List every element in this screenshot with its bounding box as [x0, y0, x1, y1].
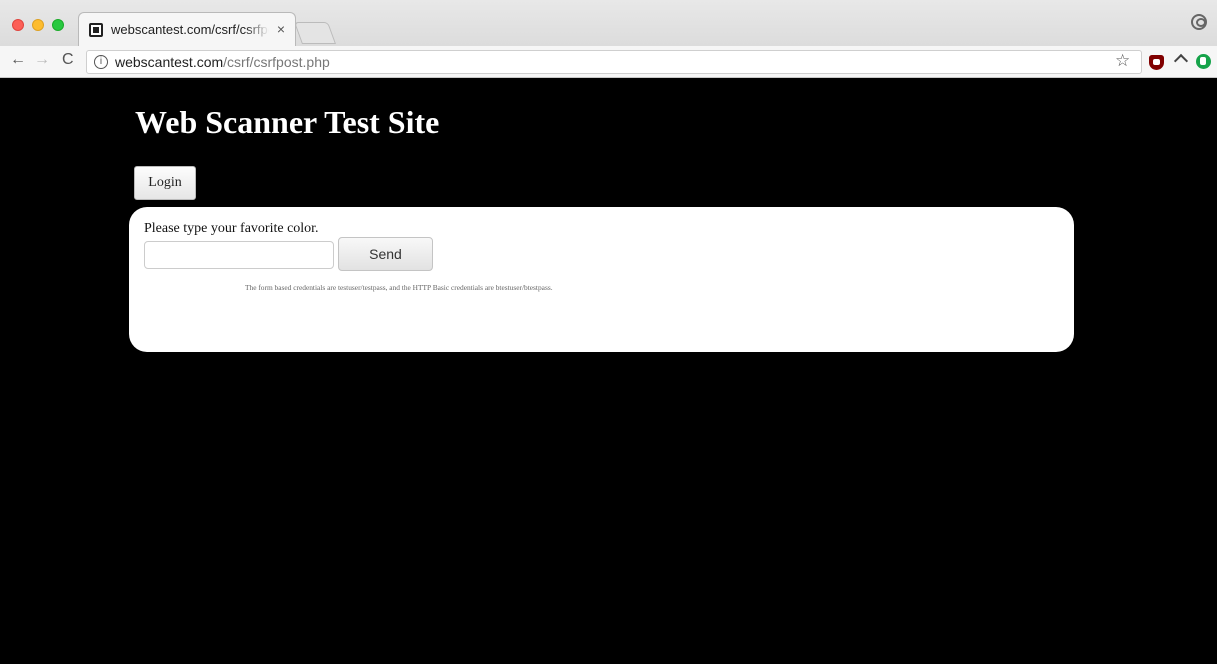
site-title: Web Scanner Test Site: [135, 104, 440, 140]
color-prompt: Please type your favorite color.: [144, 221, 319, 236]
browser-tab-bar: webscantest.com/csrf/csrfpost.php ×: [0, 0, 1217, 46]
forward-arrow-icon[interactable]: →: [34, 51, 50, 69]
form-panel: Please type your favorite color. Send Th…: [129, 207, 1074, 352]
credentials-note: The form based credentials are testuser/…: [245, 283, 553, 292]
browser-tab-active[interactable]: webscantest.com/csrf/csrfpost.php ×: [78, 12, 296, 46]
url-path: /csrf/csrfpost.php: [223, 54, 330, 70]
page-content: Web Scanner Test Site Login Please type …: [0, 79, 1217, 664]
star-icon[interactable]: ☆: [1115, 51, 1130, 71]
close-window-button[interactable]: [12, 19, 24, 31]
address-bar[interactable]: i webscantest.com/csrf/csrfpost.php: [86, 50, 1142, 74]
ublock-extension-icon[interactable]: [1149, 55, 1164, 70]
browser-toolbar: ← → C i webscantest.com/csrf/csrfpost.ph…: [0, 46, 1217, 78]
extension-arrow-icon[interactable]: [1173, 53, 1189, 69]
send-button[interactable]: Send: [338, 237, 433, 271]
minimize-window-button[interactable]: [32, 19, 44, 31]
info-icon[interactable]: i: [94, 55, 108, 69]
tab-title: webscantest.com/csrf/csrfpost.php: [111, 22, 269, 37]
reload-icon[interactable]: C: [62, 51, 74, 69]
login-button[interactable]: Login: [134, 166, 196, 200]
url-text[interactable]: webscantest.com/csrf/csrfpost.php: [115, 54, 330, 70]
url-host: webscantest.com: [115, 54, 224, 70]
tab-close-icon[interactable]: ×: [277, 21, 285, 37]
zoom-window-button[interactable]: [52, 19, 64, 31]
back-arrow-icon[interactable]: ←: [10, 51, 26, 69]
new-tab-button[interactable]: [293, 22, 337, 44]
site-favicon-icon: [89, 23, 103, 37]
profile-icon[interactable]: [1191, 14, 1207, 30]
extension-update-icon[interactable]: [1196, 54, 1211, 69]
favorite-color-input[interactable]: [144, 241, 334, 269]
